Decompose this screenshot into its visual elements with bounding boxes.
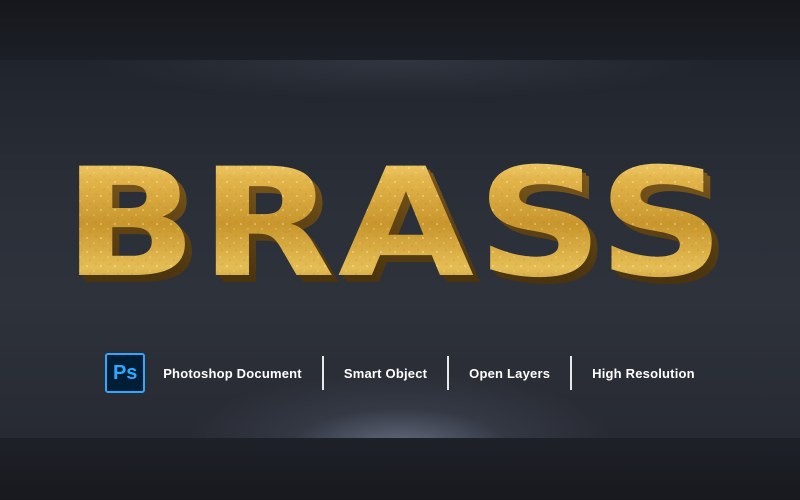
- divider: [321, 356, 324, 390]
- photoshop-icon: Ps: [105, 353, 146, 393]
- bottom-shadow-band: [0, 438, 800, 500]
- feature-high-resolution: High Resolution: [592, 365, 695, 381]
- canvas: BRASS BRASS BRASS BRASS Ps Photoshop Doc…: [0, 0, 800, 500]
- feature-smart-object: Smart Object: [343, 365, 428, 381]
- divider: [570, 356, 573, 390]
- top-glow: [80, 60, 720, 100]
- photoshop-icon-label: Ps: [112, 361, 138, 384]
- feature-open-layers: Open Layers: [469, 365, 551, 381]
- top-shadow-band: [0, 0, 800, 60]
- divider: [447, 356, 450, 390]
- feature-bar: Ps Photoshop Document Smart Object Open …: [0, 350, 800, 396]
- brass-3d-title: BRASS BRASS BRASS BRASS: [63, 150, 732, 310]
- title-texture: BRASS: [63, 150, 727, 310]
- feature-photoshop-document: Photoshop Document: [163, 365, 302, 381]
